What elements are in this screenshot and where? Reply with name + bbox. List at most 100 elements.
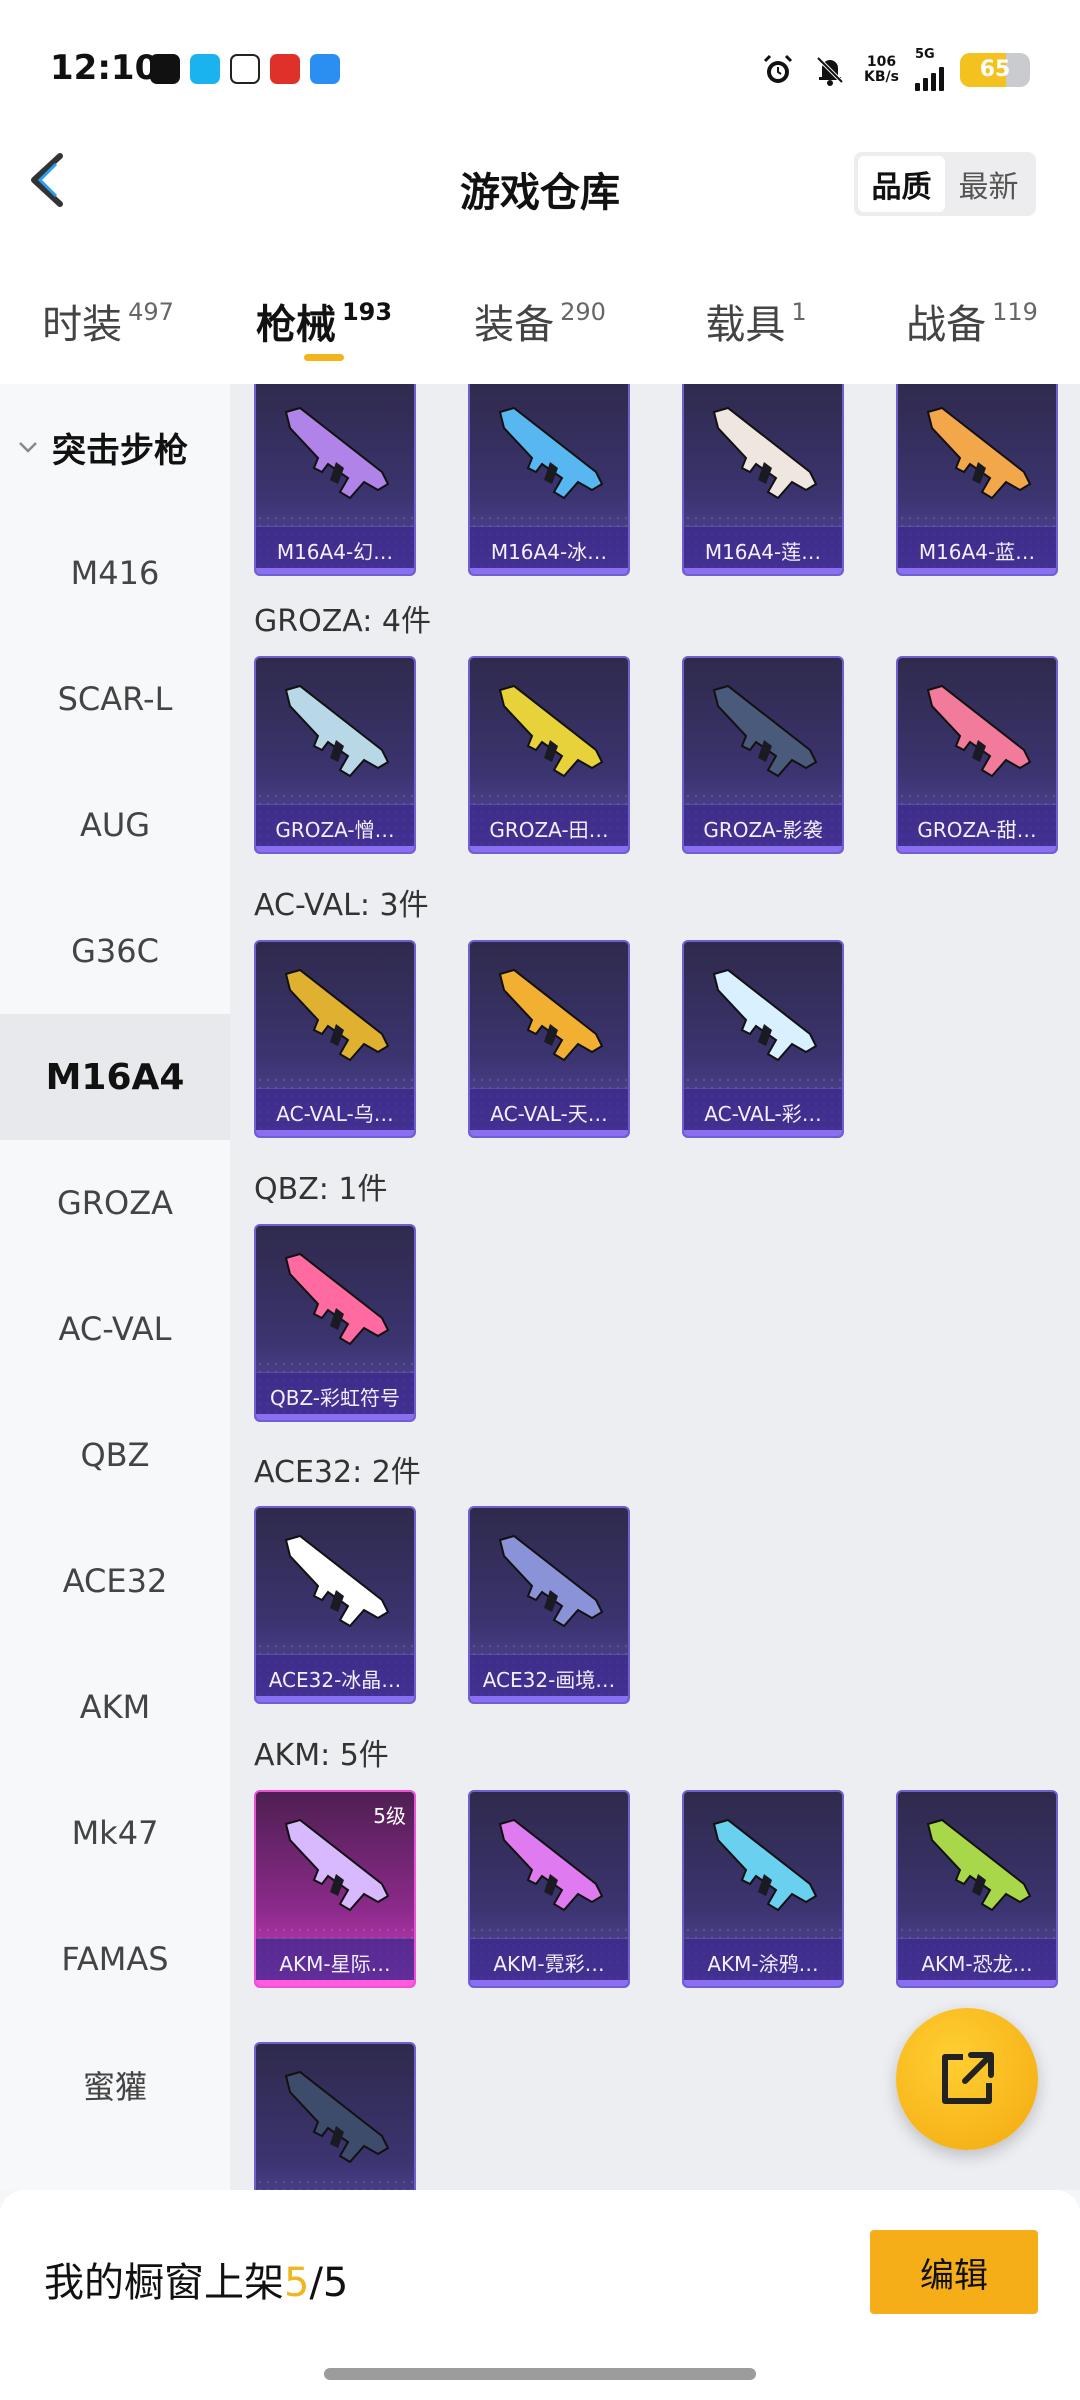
weapon-card[interactable]: GROZA-憎… [254, 656, 416, 854]
weapon-sidebar: 突击步枪 M416 SCAR-L AUG G36C M16A4 GROZA AC… [0, 384, 230, 2190]
signal-icon [915, 61, 944, 91]
sidebar-item-honey-badger[interactable]: 蜜獾 [0, 2022, 230, 2148]
rarity-bar [684, 846, 842, 852]
browser-app-icon [190, 54, 220, 84]
showcase-total: /5 [309, 2260, 349, 2306]
rifle-icon [284, 684, 390, 778]
tab-active-indicator [304, 354, 344, 361]
notification-icons [150, 54, 340, 84]
qq-app-icon [230, 54, 260, 84]
weapon-card[interactable]: AKM-霓彩… [468, 1790, 630, 1988]
weapon-card[interactable]: M16A4-蓝… [896, 384, 1058, 576]
rarity-bar [256, 1696, 414, 1702]
rifle-icon [498, 684, 604, 778]
rarity-bar [256, 1130, 414, 1136]
sidebar-item-groza[interactable]: GROZA [0, 1140, 230, 1266]
sidebar-item-mk47[interactable]: Mk47 [0, 1770, 230, 1896]
sidebar-item-qbz[interactable]: QBZ [0, 1392, 230, 1518]
sidebar-item-ac-val[interactable]: AC-VAL [0, 1266, 230, 1392]
weapon-name: AKM-恐龙… [898, 1938, 1056, 1986]
weapon-card[interactable]: AKM-涂鸦… [682, 1790, 844, 1988]
weapon-card[interactable]: ACE32-画境… [468, 1506, 630, 1704]
weapon-card[interactable]: GROZA-甜… [896, 656, 1058, 854]
weapon-card[interactable]: 5级 AKM-星际… [254, 1790, 416, 1988]
net-speed: 106 KB/s [864, 53, 899, 85]
tab-count: 119 [992, 298, 1038, 326]
battery-icon: 65 [960, 52, 1030, 87]
sidebar-item-m416[interactable]: M416 [0, 510, 230, 636]
weapon-card[interactable]: ACE32-冰晶… [254, 1506, 416, 1704]
sidebar-item-akm[interactable]: AKM [0, 1644, 230, 1770]
sort-newest[interactable]: 最新 [945, 156, 1032, 212]
weapon-card[interactable]: AKM-恐龙… [896, 1790, 1058, 1988]
sort-quality[interactable]: 品质 [858, 156, 945, 212]
weapon-name: M16A4-幻… [256, 526, 414, 574]
rarity-bar [684, 1980, 842, 1986]
music-app-icon [150, 54, 180, 84]
tab-supplies[interactable]: 战备 119 [864, 280, 1080, 384]
edit-button[interactable]: 编辑 [870, 2230, 1038, 2314]
rarity-bar [470, 846, 628, 852]
weapon-name: M16A4-蓝… [898, 526, 1056, 574]
rarity-bar [898, 846, 1056, 852]
weapon-card[interactable]: GROZA-影袭 [682, 656, 844, 854]
tab-count: 193 [341, 298, 393, 326]
sidebar-group-assault-rifles[interactable]: 突击步枪 [0, 384, 230, 510]
rarity-bar [256, 1980, 414, 1986]
weapon-card[interactable]: GROZA-田… [468, 656, 630, 854]
tab-label: 载具 [705, 302, 786, 348]
showcase-current: 5 [284, 2260, 310, 2306]
weapon-card[interactable]: AC-VAL-天… [468, 940, 630, 1138]
rarity-bar [898, 1980, 1056, 1986]
tab-equipment[interactable]: 装备 290 [432, 280, 648, 384]
rarity-bar [898, 568, 1056, 574]
rarity-bar [470, 568, 628, 574]
rifle-icon [712, 1818, 818, 1912]
weapon-card[interactable]: AC-VAL-乌… [254, 940, 416, 1138]
net-speed-unit: KB/s [864, 68, 899, 85]
rifle-icon [926, 1818, 1032, 1912]
weapon-card[interactable]: M16A4-冰… [468, 384, 630, 576]
bank-app-icon [270, 54, 300, 84]
sidebar-item-g36c[interactable]: G36C [0, 888, 230, 1014]
weapon-card[interactable]: M16A4-幻… [254, 384, 416, 576]
section-title-qbz: QBZ: 1件 [254, 1172, 388, 1207]
share-external-icon [942, 2052, 994, 2104]
rifle-icon [284, 1534, 390, 1628]
weapon-card[interactable]: M16A4-莲… [682, 384, 844, 576]
tab-fashion[interactable]: 时装 497 [0, 280, 216, 384]
sidebar-item-ace32[interactable]: ACE32 [0, 1518, 230, 1644]
weapon-card[interactable]: AC-VAL-彩… [682, 940, 844, 1138]
weapon-name: AKM-星际… [256, 1938, 414, 1986]
rifle-icon [284, 406, 390, 500]
share-fab[interactable] [896, 2008, 1038, 2150]
sidebar-item-scar-l[interactable]: SCAR-L [0, 636, 230, 762]
card-pattern [256, 2178, 414, 2190]
weapon-name: AC-VAL-彩… [684, 1088, 842, 1136]
weapon-name: AKM-霓彩… [470, 1938, 628, 1986]
home-indicator[interactable] [324, 2368, 756, 2380]
rifle-icon [926, 684, 1032, 778]
status-bar: 12:10 106 KB/s 5G 65 [0, 0, 1080, 140]
rarity-bar [256, 1414, 414, 1420]
sidebar-item-aug[interactable]: AUG [0, 762, 230, 888]
rifle-icon [926, 406, 1032, 500]
tab-label: 战备 [906, 302, 987, 348]
weapon-name: AKM-涂鸦… [684, 1938, 842, 1986]
section-title-ac-val: AC-VAL: 3件 [254, 888, 429, 923]
cellular: 5G [915, 48, 944, 91]
tab-guns[interactable]: 枪械 193 [216, 280, 432, 384]
rarity-bar [470, 1696, 628, 1702]
weapon-card[interactable] [254, 2042, 416, 2190]
tab-vehicles[interactable]: 载具 1 [648, 280, 864, 384]
rarity-bar [256, 568, 414, 574]
weapon-name: M16A4-莲… [684, 526, 842, 574]
sidebar-item-famas[interactable]: FAMAS [0, 1896, 230, 2022]
net-speed-value: 106 [866, 53, 897, 70]
sidebar-group-label: 突击步枪 [52, 430, 188, 471]
weapon-card[interactable]: QBZ-彩虹符号 [254, 1224, 416, 1422]
showcase-status: 我的橱窗上架5/5 [44, 2250, 348, 2308]
rarity-bar [256, 846, 414, 852]
sidebar-item-m16a4[interactable]: M16A4 [0, 1014, 230, 1140]
weapon-name: M16A4-冰… [470, 526, 628, 574]
